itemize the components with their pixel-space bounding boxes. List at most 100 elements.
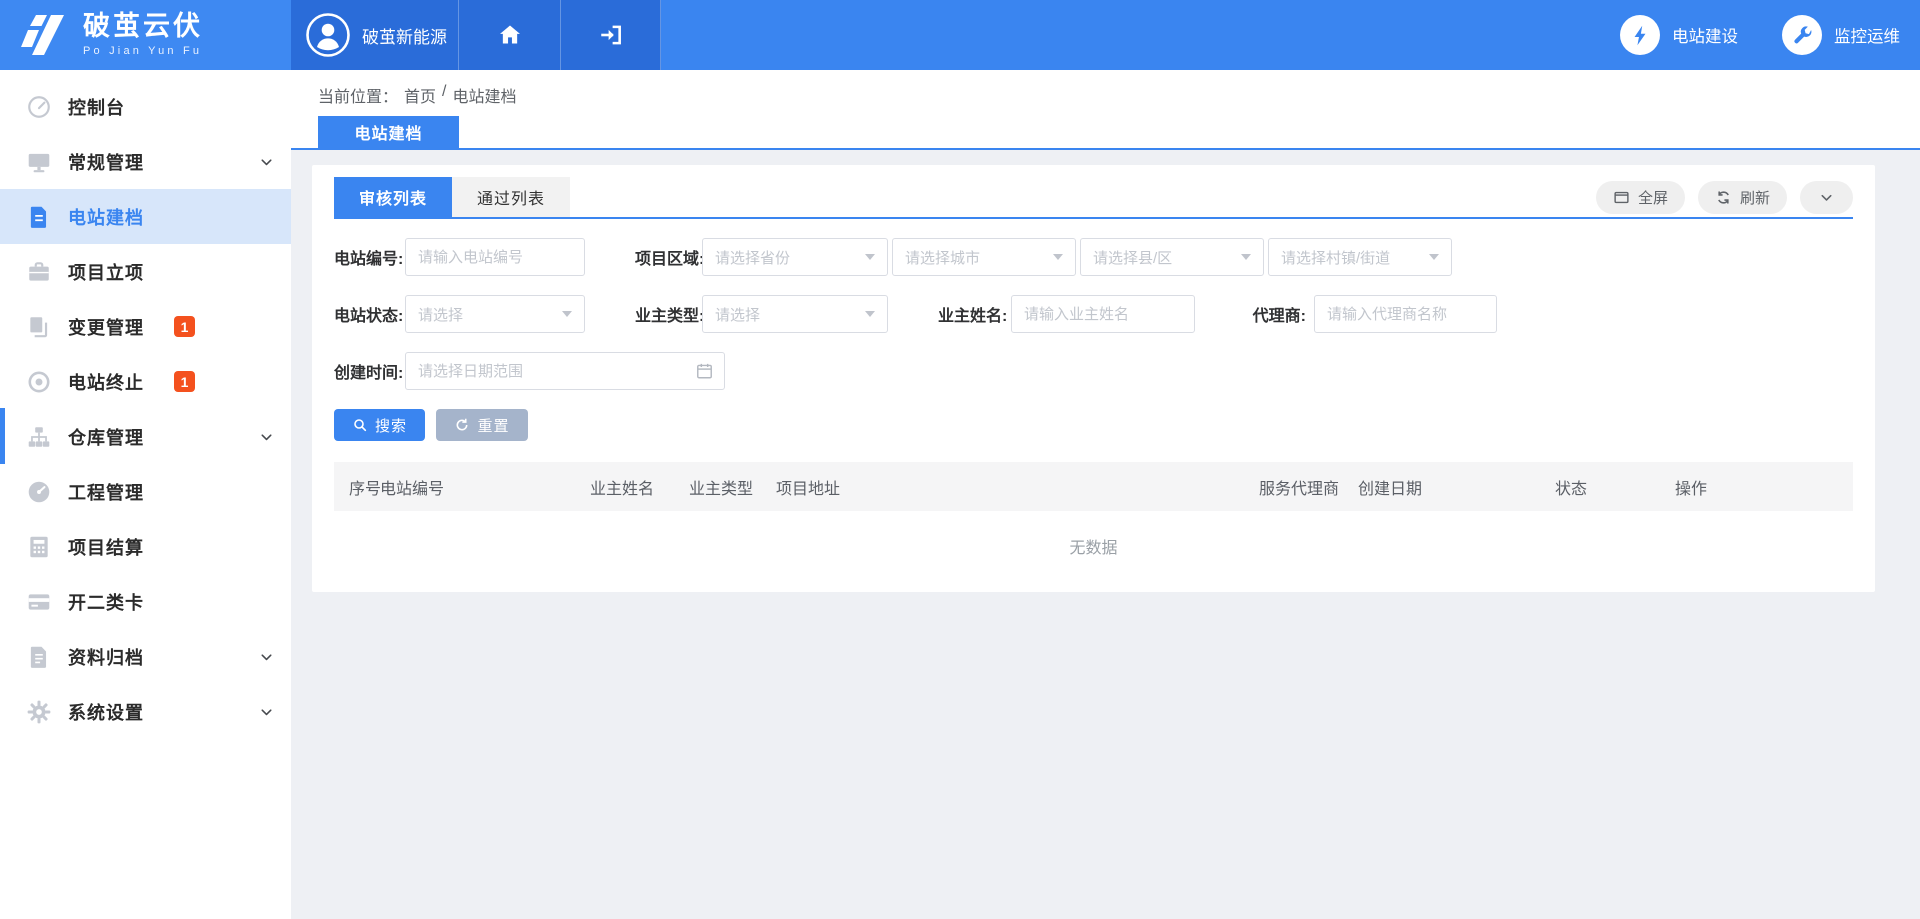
table-header-row: 序号电站编号业主姓名业主类型项目地址服务代理商创建日期状态操作	[334, 462, 1853, 511]
chevron-down-icon	[865, 254, 875, 260]
topbar: 破茧云伏 Po Jian Yun Fu 破茧新能源	[0, 0, 1920, 70]
monitor-icon	[26, 149, 52, 175]
fullscreen-button[interactable]: 全屏	[1596, 181, 1685, 214]
date-range-input[interactable]	[418, 353, 688, 389]
sitemap-icon	[26, 424, 52, 450]
sidebar-item-engineering-mgmt[interactable]: 工程管理	[0, 464, 291, 519]
reset-icon	[454, 417, 470, 433]
empty-state: 无数据	[334, 511, 1853, 581]
calendar-icon	[695, 362, 714, 381]
gauge-icon	[26, 479, 52, 505]
sidebar-item-label: 变更管理	[68, 314, 144, 340]
sidebar-item-change-mgmt[interactable]: 变更管理 1	[0, 299, 291, 354]
select-placeholder: 请选择	[715, 304, 760, 325]
sidebar-item-console[interactable]: 控制台	[0, 79, 291, 134]
archive-icon	[26, 644, 52, 670]
sidebar-item-data-archive[interactable]: 资料归档	[0, 629, 291, 684]
select-placeholder: 请选择城市	[905, 247, 980, 268]
station-no-input[interactable]	[418, 239, 572, 275]
collapse-filters-button[interactable]	[1800, 181, 1853, 214]
sidebar-item-label: 电站建档	[68, 204, 144, 230]
calculator-icon	[26, 534, 52, 560]
notification-badge: 1	[174, 316, 195, 337]
module-monitor-ops[interactable]: 监控运维	[1782, 15, 1900, 55]
bolt-icon	[1620, 15, 1660, 55]
owner-type-label: 业主类型:	[635, 302, 702, 326]
panel-tabs: 审核列表 通过列表 全屏	[334, 177, 1853, 219]
home-button[interactable]	[459, 0, 561, 70]
company-name: 破茧新能源	[362, 23, 447, 48]
sidebar-item-system-settings[interactable]: 系统设置	[0, 684, 291, 739]
breadcrumb-separator: /	[442, 83, 446, 107]
target-icon	[26, 369, 52, 395]
refresh-button[interactable]: 刷新	[1698, 181, 1787, 214]
agent-label: 代理商:	[1245, 302, 1314, 326]
sidebar-item-label: 控制台	[68, 94, 125, 120]
tab-approved-list[interactable]: 通过列表	[452, 177, 570, 217]
sidebar-item-label: 工程管理	[68, 479, 144, 505]
sidebar-item-project-init[interactable]: 项目立项	[0, 244, 291, 299]
sidebar-item-station-archive[interactable]: 电站建档	[0, 189, 291, 244]
column-header: 创建日期	[1358, 475, 1555, 499]
sidebar-scrollbar-thumb[interactable]	[0, 408, 5, 464]
chevron-down-icon	[1053, 254, 1063, 260]
sidebar-item-general-mgmt[interactable]: 常规管理	[0, 134, 291, 189]
breadcrumb-current: 电站建档	[452, 83, 516, 107]
column-header: 电站编号	[380, 475, 590, 499]
results-table: 序号电站编号业主姓名业主类型项目地址服务代理商创建日期状态操作 无数据	[334, 462, 1853, 581]
tab-review-list[interactable]: 审核列表	[334, 177, 452, 217]
agent-input[interactable]	[1327, 296, 1484, 332]
chevron-down-icon	[865, 311, 875, 317]
sidebar-item-label: 资料归档	[68, 644, 144, 670]
search-button[interactable]: 搜索	[334, 409, 425, 441]
sidebar-item-station-terminate[interactable]: 电站终止1	[0, 354, 291, 409]
column-header: 业主类型	[689, 475, 776, 499]
user-menu[interactable]: 破茧新能源	[291, 0, 459, 70]
search-icon	[352, 417, 368, 433]
station-status-select[interactable]: 请选择	[405, 295, 585, 333]
region-select-province[interactable]: 请选择省份	[702, 238, 888, 276]
region-select-district[interactable]: 请选择县/区	[1080, 238, 1264, 276]
column-header: 序号	[334, 475, 380, 499]
sign-out-button[interactable]	[561, 0, 661, 70]
chevron-down-icon	[1241, 254, 1251, 260]
brand-subtitle: Po Jian Yun Fu	[83, 45, 203, 57]
region-select-city[interactable]: 请选择城市	[892, 238, 1076, 276]
select-placeholder: 请选择省份	[715, 247, 790, 268]
create-time-label: 创建时间:	[334, 359, 405, 383]
fullscreen-icon	[1613, 189, 1630, 206]
panel-card: 审核列表 通过列表 全屏	[312, 165, 1875, 592]
main-area: 当前位置： 首页 / 电站建档 电站建档 审核列表 通过列表	[291, 70, 1920, 919]
breadcrumb-bar: 当前位置： 首页 / 电站建档 电站建档	[291, 70, 1920, 150]
column-header: 项目地址	[776, 475, 1259, 499]
breadcrumb: 当前位置： 首页 / 电站建档	[318, 83, 517, 107]
select-placeholder: 请选择	[418, 304, 463, 325]
breadcrumb-home-link[interactable]: 首页	[404, 83, 436, 107]
content-area: 审核列表 通过列表 全屏	[291, 152, 1920, 919]
region-label: 项目区域:	[635, 245, 702, 269]
select-placeholder: 请选择县/区	[1093, 247, 1172, 268]
column-header: 操作	[1675, 475, 1874, 499]
sidebar-item-open-type2-card[interactable]: 开二类卡	[0, 574, 291, 629]
owner-type-select[interactable]: 请选择	[702, 295, 888, 333]
sign-in-icon	[598, 22, 624, 48]
region-select-town[interactable]: 请选择村镇/街道	[1268, 238, 1452, 276]
sidebar-item-project-settlement[interactable]: 项目结算	[0, 519, 291, 574]
sidebar-menu: 控制台常规管理电站建档项目立项变更管理 1 电站终止1 仓库管理工程管理项目结算开二类…	[0, 70, 291, 739]
page-tab-station-archive[interactable]: 电站建档	[318, 116, 459, 148]
column-header: 业主姓名	[590, 475, 689, 499]
owner-name-input[interactable]	[1024, 296, 1182, 332]
module-station-build[interactable]: 电站建设	[1620, 15, 1738, 55]
card-icon	[26, 589, 52, 615]
chevron-down-icon	[562, 311, 572, 317]
brand-logo: 破茧云伏 Po Jian Yun Fu	[0, 0, 291, 70]
station-no-label: 电站编号:	[334, 245, 405, 269]
sidebar-item-label: 仓库管理	[68, 424, 144, 450]
owner-name-label: 业主姓名:	[938, 302, 1011, 326]
sidebar-item-warehouse-mgmt[interactable]: 仓库管理	[0, 409, 291, 464]
reset-button[interactable]: 重置	[436, 409, 528, 441]
chevron-down-icon	[258, 428, 275, 445]
sidebar-item-label: 电站终止	[68, 369, 144, 395]
sidebar-item-label: 系统设置	[68, 699, 144, 725]
column-header: 状态	[1555, 475, 1675, 499]
